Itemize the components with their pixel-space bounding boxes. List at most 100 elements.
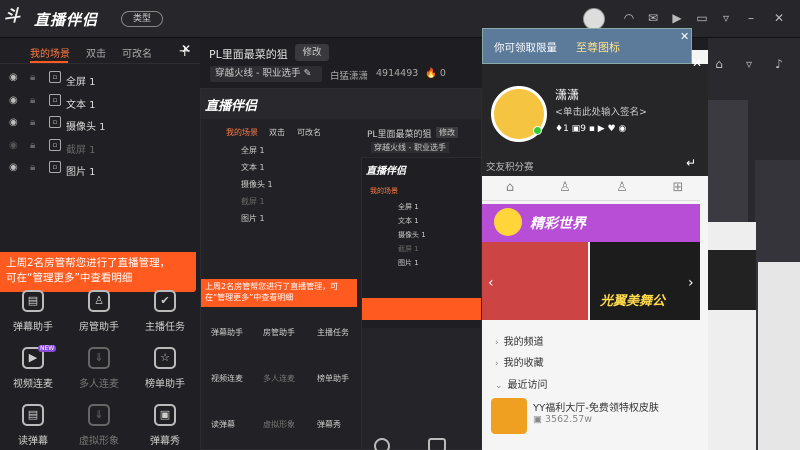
return-icon[interactable]: ↵ [686, 156, 696, 170]
lock-icon[interactable]: 🔒︎ [30, 72, 42, 84]
tool-label: 榜单助手 [145, 379, 185, 390]
tool-button[interactable]: ⇓ 虚拟形象 [66, 404, 132, 450]
lock-icon[interactable]: ⌂ [712, 57, 726, 71]
tool-button[interactable]: ▶ NEW 视频连麦 [0, 345, 66, 399]
tool-button[interactable]: ▤ 弹幕助手 [0, 290, 66, 342]
window-icon[interactable]: ▭ [695, 11, 709, 25]
shirt-icon-2[interactable]: ▿ [742, 57, 756, 71]
menu-recent[interactable]: ⌄ 最近访问 [495, 376, 548, 391]
shirt-icon[interactable]: ▿ [719, 11, 733, 25]
carousel-next-icon[interactable]: › [688, 275, 694, 291]
tool-button[interactable]: ♙ 房管助手 [66, 290, 132, 342]
rank-icon: ☆ [154, 347, 176, 369]
source-label: 图片 1 [66, 167, 96, 178]
multi-link-icon: ⇓ [88, 347, 110, 369]
video-icon[interactable]: ▶ [670, 11, 684, 25]
tool-button[interactable]: ✔ 主播任务 [132, 290, 198, 342]
tool-label: 主播任务 [145, 322, 185, 333]
preview-tool-6: 榜单助手 [317, 374, 349, 383]
app-logo-text: 直播伴侣 [34, 11, 99, 29]
camera-icon: ▫ [49, 116, 61, 128]
preview-tool-8: 虚拟形象 [263, 420, 295, 429]
text-icon: ▫ [49, 93, 61, 106]
fullscreen-icon: ▫ [49, 71, 61, 83]
preview2-src-2: 文本 1 [398, 217, 419, 225]
tool-button[interactable]: ▣ 弹幕秀 [132, 404, 198, 450]
image-icon: ▫ [49, 161, 61, 173]
chevron-right-icon: › [495, 338, 499, 348]
preview-src-5: 图片 1 [241, 214, 265, 223]
tab-friends[interactable]: ♙ [602, 180, 642, 200]
eye-icon[interactable]: ◉ [9, 162, 21, 174]
task-icon: ✔ [154, 290, 176, 312]
category-label: 穿越火线 - 职业选手 [215, 68, 301, 79]
avatar-3d-icon: ⇓ [88, 404, 110, 426]
source-label: 截屏 1 [66, 144, 96, 156]
new-badge: NEW [38, 345, 57, 352]
source-row[interactable]: ◉ 🔒︎ ▫ 全屏 1 [0, 68, 200, 90]
source-row[interactable]: ◉ 🔒︎ ▫ 图片 1 [0, 158, 200, 180]
admin-icon: ♙ [88, 290, 110, 312]
preview-tool-3: 主播任务 [317, 328, 349, 337]
source-row[interactable]: ◉ 🔒︎ ▫ 文本 1 [0, 91, 200, 113]
banner-close-icon[interactable]: ✕ [680, 30, 689, 43]
preview-tool-9: 弹幕秀 [317, 420, 341, 429]
source-label: 摄像头 1 [66, 122, 106, 133]
chevron-right-icon: › [495, 359, 499, 369]
left-panel: 我的场景 双击 可改名 + ◉ 🔒︎ ▫ 全屏 1 ◉ 🔒︎ ▫ 文本 1 ◉ 🔒︎ ▫ 摄像头 1 ◉… [0, 38, 200, 450]
tool-button[interactable]: ▤ 读弹幕 [0, 404, 66, 450]
menu-my-channel[interactable]: › 我的频道 [495, 333, 544, 348]
bell-icon[interactable]: ♪ [772, 57, 786, 71]
room-title: PL里面最菜的狙 [209, 48, 288, 61]
preview2-logo: 直播伴侣 [366, 166, 406, 177]
carousel-prev-icon[interactable]: ‹ [488, 275, 494, 291]
recent-title[interactable]: YY福利大厅-免费领特权皮肤 [533, 399, 659, 414]
user-name: 潇潇 [555, 88, 580, 102]
banner-text: 你可领取限量 [494, 42, 557, 54]
mail-icon[interactable]: ✉ [646, 11, 660, 25]
eye-icon[interactable]: ◉ [9, 72, 21, 84]
source-row[interactable]: ◉ 🔒︎ ▫ 摄像头 1 [0, 113, 200, 135]
eye-icon[interactable]: ◉ [9, 117, 21, 129]
tab-my-scene[interactable]: 我的场景 [30, 45, 70, 60]
tool-button[interactable]: ⇓ 多人连麦 [66, 347, 132, 399]
tab-rename[interactable]: 可改名 [122, 45, 152, 60]
tool-label: 弹幕秀 [150, 436, 180, 447]
tab-double-click[interactable]: 双击 [86, 45, 106, 60]
screen-icon[interactable] [428, 438, 446, 450]
record-icon[interactable] [374, 438, 390, 450]
recent-count-value: 3562.57w [545, 414, 593, 425]
promo-logo-icon [494, 208, 522, 236]
source-row[interactable]: ◉ 🔒︎ ▫ 截屏 1 [0, 136, 200, 158]
edit-button[interactable]: 修改 [295, 44, 329, 61]
lock-icon[interactable]: 🔒︎ [30, 117, 42, 129]
tab-home[interactable]: ⌂ [490, 180, 530, 200]
close-icon[interactable]: ✕ [772, 11, 786, 25]
screenshot-icon: ▫ [49, 138, 61, 151]
tool-button[interactable]: ☆ 榜单助手 [132, 347, 198, 399]
eye-icon[interactable]: ◉ [9, 95, 21, 107]
eye-off-icon[interactable]: ◉ [9, 140, 21, 152]
tool-label: 房管助手 [79, 322, 119, 333]
preview2-src-5: 图片 1 [398, 259, 419, 267]
category-pill[interactable]: 穿越火线 - 职业选手 ✎ [210, 66, 322, 82]
menu-label-favorites: 我的收藏 [503, 358, 544, 369]
signature-input[interactable]: <单击此处输入签名> [555, 104, 647, 118]
minimize-icon[interactable]: – [744, 11, 758, 25]
headset-icon[interactable]: ◠ [622, 11, 636, 25]
poster-left[interactable] [482, 242, 588, 320]
menu-my-favorites[interactable]: › 我的收藏 [495, 354, 544, 369]
user-avatar-top[interactable] [583, 8, 605, 30]
tab-apps[interactable]: ⊞ [658, 180, 698, 200]
notice-close-icon[interactable]: ✕ [181, 42, 191, 56]
preview-category: 穿越火线 - 职业选手 [371, 142, 449, 153]
tab-user[interactable]: ♙ [545, 180, 585, 200]
online-status-dot [533, 126, 542, 135]
recent-thumbnail[interactable] [491, 398, 527, 434]
popup-close-icon[interactable]: ✕ [692, 56, 702, 70]
preview-tab-double: 双击 [269, 128, 285, 137]
lock-icon[interactable]: 🔒︎ [30, 95, 42, 107]
lock-icon[interactable]: 🔒︎ [30, 140, 42, 152]
lock-icon[interactable]: 🔒︎ [30, 162, 42, 174]
type-button[interactable]: 类型 [121, 11, 163, 27]
